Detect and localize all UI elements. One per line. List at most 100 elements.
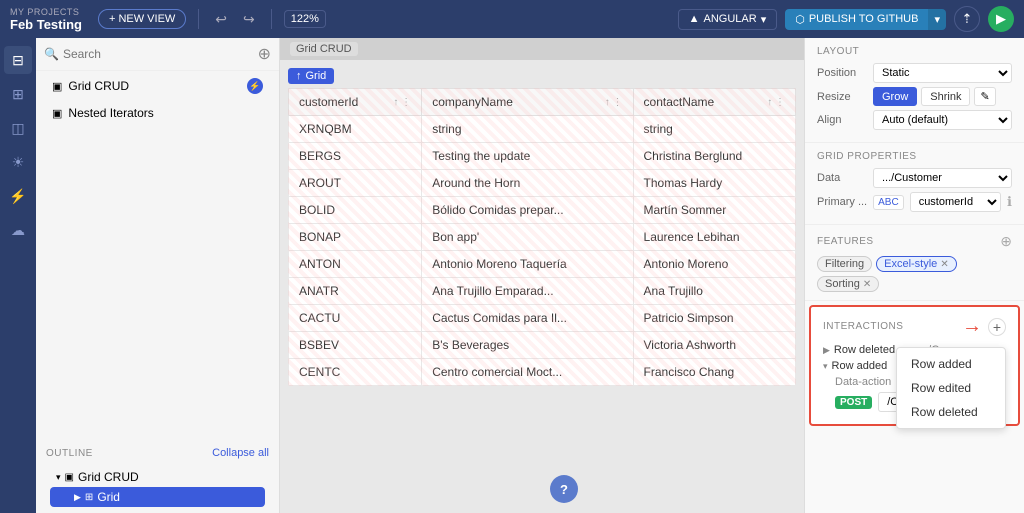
table-cell-companyName: Antonio Moreno Taquería <box>422 251 633 278</box>
data-label: Data <box>817 172 867 184</box>
grow-button[interactable]: Grow <box>873 87 917 106</box>
feature-excel-style: Excel-style ✕ <box>876 256 957 272</box>
table-cell-companyName: Bólido Comidas prepar... <box>422 197 633 224</box>
breadcrumb-tag: Grid CRUD <box>290 42 358 56</box>
resize-edit-icon[interactable]: ✎ <box>974 87 995 106</box>
angular-icon: ▲ <box>689 13 700 25</box>
data-select[interactable]: .../Customer <box>873 168 1012 188</box>
data-table: customerId ↑ ⋮ companyName↑ ⋮ contactName… <box>288 88 796 386</box>
tree-item-badge: ⚡ <box>247 78 263 94</box>
icon-bar-theme[interactable]: ☀ <box>4 148 32 176</box>
table-cell-companyName: Bon app' <box>422 224 633 251</box>
table-row[interactable]: BONAPBon app'Laurence Lebihan <box>289 224 796 251</box>
add-page-icon[interactable]: ⊕ <box>258 44 271 64</box>
table-cell-companyName: B's Beverages <box>422 332 633 359</box>
table-row[interactable]: CENTCCentro comercial Moct...Francisco C… <box>289 359 796 386</box>
dropdown-row-edited[interactable]: Row edited <box>897 376 1005 400</box>
icon-bar-components[interactable]: ⊞ <box>4 80 32 108</box>
icon-bar-events[interactable]: ⚡ <box>4 182 32 210</box>
grid-properties-title: GRID PROPERTIES <box>817 151 1012 162</box>
table-row[interactable]: XRNQBMstringstring <box>289 116 796 143</box>
table-cell-customerId: XRNQBM <box>289 116 422 143</box>
feature-sorting-label: Sorting <box>825 278 860 290</box>
angular-button[interactable]: ▲ ANGULAR ▾ <box>678 9 778 30</box>
post-badge: POST <box>835 396 872 409</box>
icon-bar: ⊟ ⊞ ◫ ☀ ⚡ ☁ <box>0 38 36 513</box>
col-header-companyName[interactable]: companyName↑ ⋮ <box>422 89 633 116</box>
col-header-customerId[interactable]: customerId ↑ ⋮ <box>289 89 422 116</box>
outline-header: OUTLINE Collapse all <box>46 447 269 459</box>
primary-info-icon[interactable]: ℹ <box>1007 194 1012 210</box>
outline-item-grid-crud[interactable]: ▾ ▣ Grid CRUD <box>46 467 269 487</box>
new-view-button[interactable]: + NEW VIEW <box>98 9 186 29</box>
tree-items-list: ▣ Grid CRUD ⚡ ▣ Nested Iterators <box>36 71 279 127</box>
dropdown-row-deleted[interactable]: Row deleted <box>897 400 1005 424</box>
table-cell-contactName: Ana Trujillo <box>633 278 795 305</box>
col-sort-icons3[interactable]: ↑ ⋮ <box>767 97 785 108</box>
feature-excel-label: Excel-style <box>884 258 937 270</box>
zoom-button[interactable]: 122% <box>284 10 326 28</box>
table-row[interactable]: BERGSTesting the updateChristina Berglun… <box>289 143 796 170</box>
table-cell-customerId: BOLID <box>289 197 422 224</box>
table-body: XRNQBMstringstringBERGSTesting the updat… <box>289 116 796 386</box>
share-button[interactable]: ⇡ <box>954 6 980 32</box>
outline-item-grid[interactable]: ▶ ⊞ Grid <box>50 487 265 507</box>
project-title: Feb Testing <box>10 17 82 32</box>
feature-sorting-remove[interactable]: ✕ <box>863 279 871 290</box>
dropdown-row-added[interactable]: Row added <box>897 352 1005 376</box>
align-select[interactable]: Auto (default) <box>873 110 1012 130</box>
col-header-contactName[interactable]: contactName↑ ⋮ <box>633 89 795 116</box>
collapse-all-button[interactable]: Collapse all <box>212 447 269 459</box>
features-add-icon[interactable]: ⊕ <box>1000 233 1012 250</box>
chevron-row-deleted-icon: ▶ <box>823 345 830 356</box>
nested-icon: ▣ <box>52 107 62 120</box>
angular-label: ANGULAR <box>704 13 757 25</box>
resize-row: Resize Grow Shrink ✎ <box>817 87 1012 106</box>
add-interaction-button[interactable]: + <box>988 318 1006 336</box>
feature-excel-remove[interactable]: ✕ <box>940 259 948 270</box>
icon-bar-data[interactable]: ◫ <box>4 114 32 142</box>
table-row[interactable]: CACTUCactus Comidas para Il...Patricio S… <box>289 305 796 332</box>
table-cell-customerId: BSBEV <box>289 332 422 359</box>
help-button[interactable]: ? <box>550 475 578 503</box>
primary-select[interactable]: customerId <box>910 192 1001 212</box>
table-cell-contactName: Patricio Simpson <box>633 305 795 332</box>
table-cell-contactName: Antonio Moreno <box>633 251 795 278</box>
project-label: MY PROJECTS <box>10 7 82 17</box>
table-row[interactable]: ANATRAna Trujillo Emparad...Ana Trujillo <box>289 278 796 305</box>
col-sort-icons2[interactable]: ↑ ⋮ <box>605 97 623 108</box>
col-sort-icons[interactable]: ↑ ⋮ <box>393 97 411 108</box>
tree-item-grid-crud[interactable]: ▣ Grid CRUD ⚡ <box>42 73 273 99</box>
redo-button[interactable]: ↪ <box>239 9 259 30</box>
position-select[interactable]: Static <box>873 63 1012 83</box>
table-row[interactable]: AROUTAround the HornThomas Hardy <box>289 170 796 197</box>
outline-title: OUTLINE <box>46 448 93 459</box>
publish-button[interactable]: ⬡ PUBLISH TO GITHUB <box>785 9 928 30</box>
undo-button[interactable]: ↩ <box>211 9 231 30</box>
table-row[interactable]: BOLIDBólido Comidas prepar...Martín Somm… <box>289 197 796 224</box>
left-panel: 🔍 ⊕ ▣ Grid CRUD ⚡ ▣ Nested Iterators OU <box>36 38 280 513</box>
tree-item-nested[interactable]: ▣ Nested Iterators <box>42 101 273 125</box>
icon-bar-chat[interactable]: ☁ <box>4 216 32 244</box>
publish-dropdown-button[interactable]: ▾ <box>928 9 946 30</box>
table-cell-customerId: CENTC <box>289 359 422 386</box>
align-label: Align <box>817 114 867 126</box>
outline-item-label: Grid CRUD <box>78 470 139 484</box>
table-row[interactable]: BSBEVB's BeveragesVictoria Ashworth <box>289 332 796 359</box>
position-row: Position Static <box>817 63 1012 83</box>
feature-sorting: Sorting ✕ <box>817 276 879 292</box>
shrink-button[interactable]: Shrink <box>921 87 970 106</box>
play-button[interactable]: ▶ <box>988 6 1014 32</box>
col-header-label: customerId <box>299 95 358 109</box>
grid-label: Grid <box>306 70 327 82</box>
primary-row: Primary ... ABC customerId ℹ <box>817 192 1012 212</box>
outline-section: OUTLINE Collapse all ▾ ▣ Grid CRUD ▶ ⊞ G… <box>36 439 279 513</box>
table-cell-companyName: Ana Trujillo Emparad... <box>422 278 633 305</box>
primary-label: Primary ... <box>817 196 867 208</box>
table-cell-contactName: Victoria Ashworth <box>633 332 795 359</box>
table-row[interactable]: ANTONAntonio Moreno TaqueríaAntonio More… <box>289 251 796 278</box>
table-cell-contactName: string <box>633 116 795 143</box>
interaction-row-deleted-label: Row deleted <box>834 344 895 356</box>
icon-bar-pages[interactable]: ⊟ <box>4 46 32 74</box>
search-input[interactable] <box>63 47 254 61</box>
